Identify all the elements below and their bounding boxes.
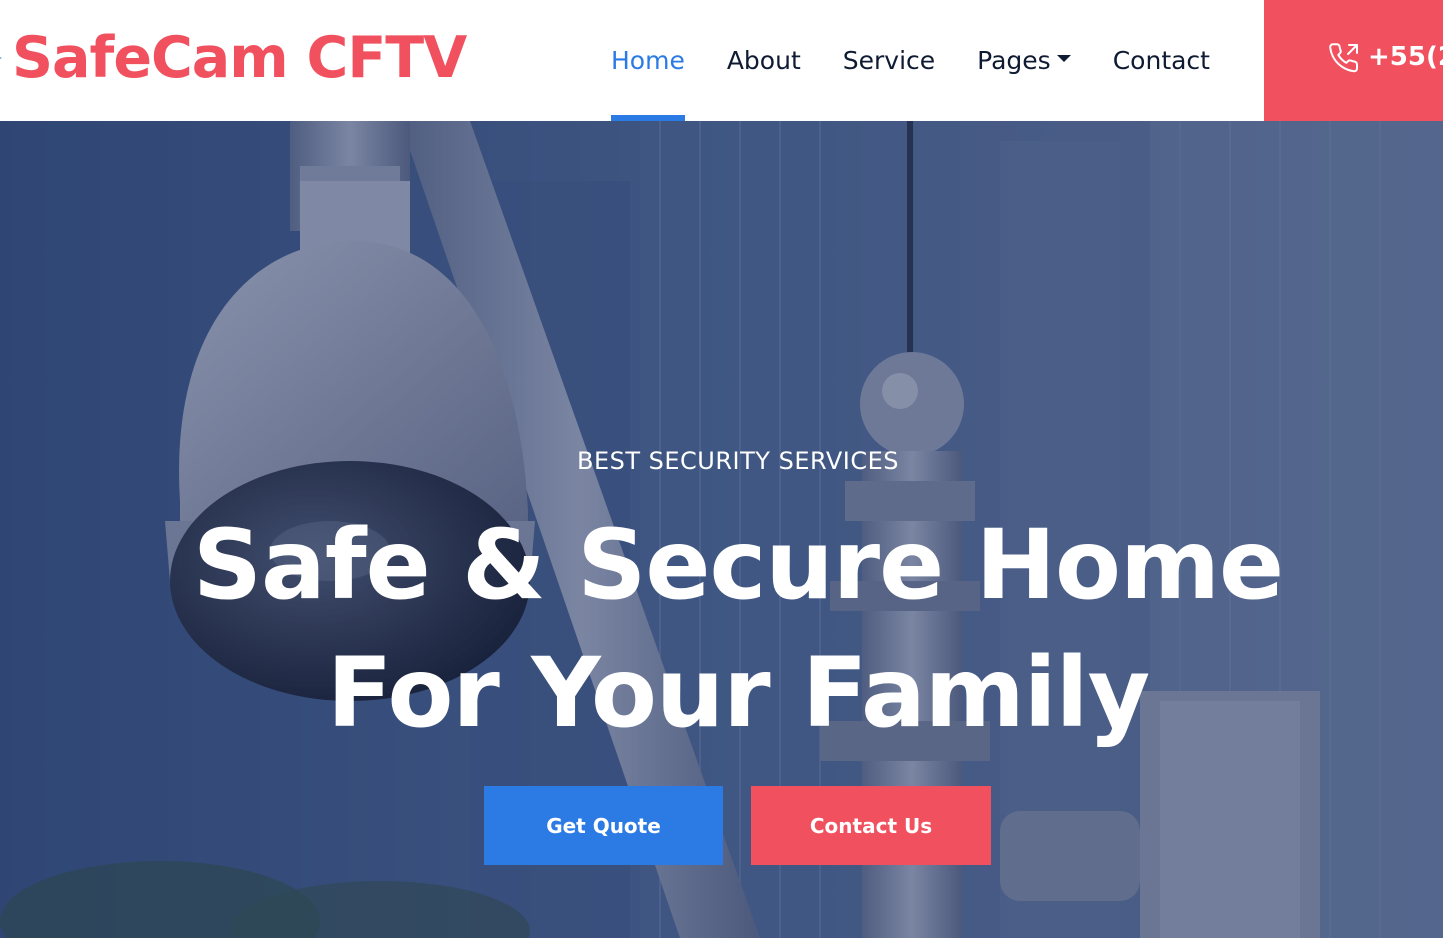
hero-title-line-2: For Your Family — [326, 637, 1150, 749]
nav-item-label: Service — [842, 46, 936, 75]
caret-down-icon — [1056, 55, 1071, 62]
nav-item-contact[interactable]: Contact — [1092, 0, 1231, 121]
top-navbar: SafeCam CFTV Home About Service Pages Co… — [0, 0, 1443, 121]
nav-item-service[interactable]: Service — [822, 0, 956, 121]
main-nav: Home About Service Pages Contact — [590, 0, 1231, 121]
get-quote-button[interactable]: Get Quote — [484, 786, 723, 865]
hero-content: BEST SECURITY SERVICES Safe & Secure Hom… — [0, 121, 1443, 938]
nav-item-label: About — [726, 46, 801, 75]
nav-item-label: Home — [611, 46, 685, 75]
hero-title: Safe & Secure Home For Your Family — [0, 501, 1443, 757]
nav-item-home[interactable]: Home — [590, 0, 706, 121]
phone-call-icon — [1328, 42, 1360, 74]
phone-number: +55(2 — [1368, 42, 1443, 72]
nav-item-label: Contact — [1112, 46, 1210, 75]
contact-us-button[interactable]: Contact Us — [751, 786, 991, 865]
hero-section: BEST SECURITY SERVICES Safe & Secure Hom… — [0, 121, 1443, 938]
phone-call-button[interactable]: +55(2 — [1264, 0, 1443, 121]
hero-title-line-1: Safe & Secure Home — [192, 509, 1284, 621]
hero-kicker: BEST SECURITY SERVICES — [577, 447, 899, 475]
brand-logo-link[interactable]: SafeCam CFTV — [0, 22, 467, 94]
nav-item-about[interactable]: About — [706, 0, 822, 121]
nav-item-pages-dropdown[interactable]: Pages — [956, 0, 1092, 121]
brand-name: SafeCam CFTV — [12, 24, 467, 91]
nav-item-label: Pages — [977, 46, 1051, 75]
camera-icon — [0, 28, 12, 88]
